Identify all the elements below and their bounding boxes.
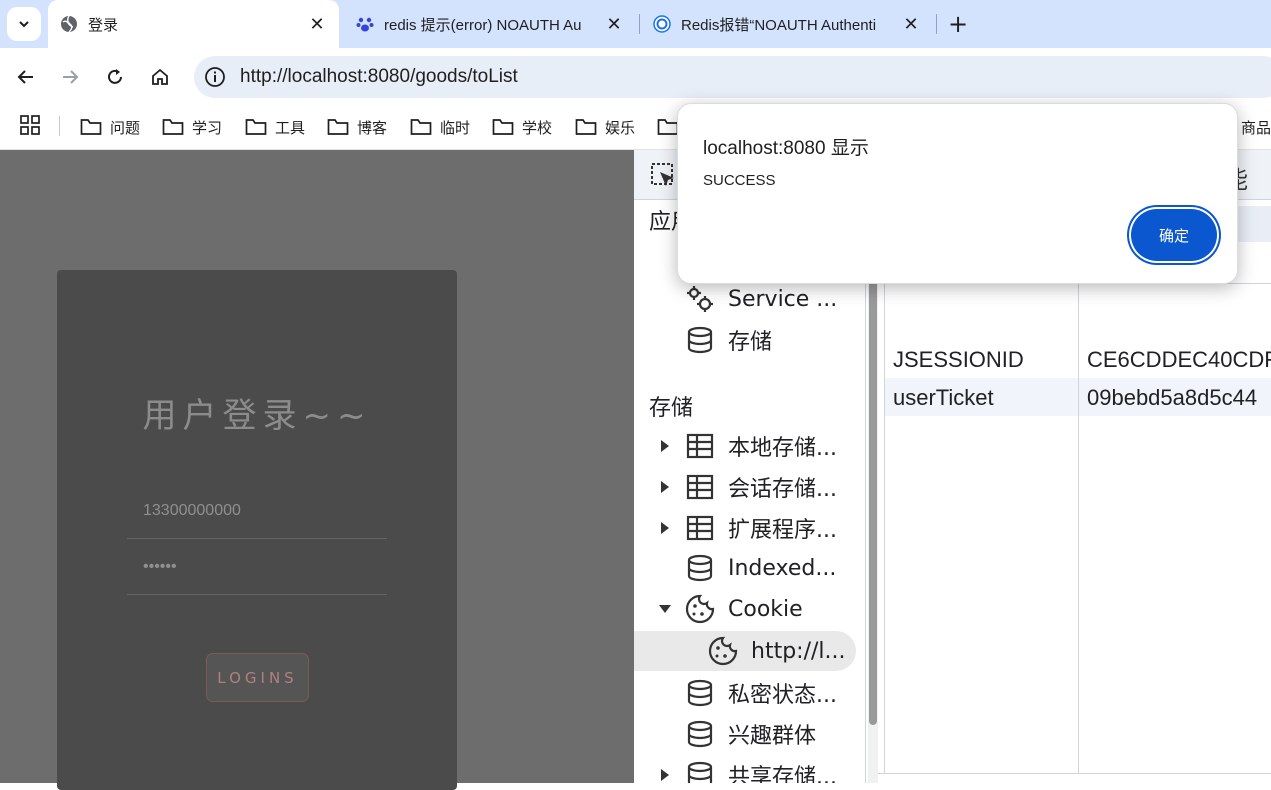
login-card: 用户登录~~ 13300000000 •••••• LOGINS xyxy=(57,270,457,790)
tab-search-button[interactable] xyxy=(7,7,41,41)
reload-icon xyxy=(108,69,122,84)
sidebar-item-cookies[interactable]: Cookie xyxy=(658,589,803,629)
close-icon[interactable]: ✕ xyxy=(901,14,921,35)
sidebar-item-private-state-tokens[interactable]: 私密状态... xyxy=(684,673,837,713)
sidebar-item-shared-storage[interactable]: 共享存储... xyxy=(658,755,837,783)
chevron-down-icon xyxy=(19,21,29,28)
expand-arrow-icon[interactable] xyxy=(658,521,672,535)
tab-separator xyxy=(639,14,640,34)
arrow-right-icon xyxy=(63,70,79,84)
login-title: 用户登录~~ xyxy=(142,396,372,436)
database-icon xyxy=(684,324,716,356)
tab-title: redis 提示(error) NOAUTH Au xyxy=(384,16,582,34)
tab-redis-error[interactable]: redis 提示(error) NOAUTH Au ✕ xyxy=(344,0,636,48)
globe-icon xyxy=(60,15,78,33)
info-icon xyxy=(205,67,225,87)
close-icon[interactable]: ✕ xyxy=(604,14,624,35)
table-icon xyxy=(684,430,716,462)
home-button[interactable] xyxy=(144,61,176,93)
sidebar-scrollbar[interactable] xyxy=(868,200,878,783)
url-text[interactable]: http://localhost:8080/goods/toList xyxy=(240,66,518,88)
application-sidebar: 应用 Service ... 存储 存储 本地存储... 会话存储... 扩展程… xyxy=(634,200,866,783)
bookmark-folder[interactable]: 学校 xyxy=(492,113,552,141)
login-button[interactable]: LOGINS xyxy=(206,653,309,702)
tab-title: 登录 xyxy=(88,16,119,34)
sidebar-item-indexeddb[interactable]: Indexed... xyxy=(684,548,836,588)
alert-dialog: localhost:8080 显示 SUCCESS 确定 xyxy=(677,103,1238,284)
bookmark-folder[interactable]: 学习 xyxy=(162,113,222,141)
sidebar-item-session-storage[interactable]: 会话存储... xyxy=(658,467,837,507)
sidebar-item-storage[interactable]: 存储 xyxy=(684,320,772,360)
database-icon xyxy=(684,677,716,709)
sidebar-item-local-storage[interactable]: 本地存储... xyxy=(658,426,837,466)
table-icon xyxy=(684,471,716,503)
tab-login[interactable]: 登录 ✕ xyxy=(48,0,339,48)
alert-ok-button[interactable]: 确定 xyxy=(1131,209,1217,261)
database-icon xyxy=(684,718,716,750)
cookie-value: 09bebd5a8d5c44 xyxy=(1087,385,1258,410)
csdn-icon xyxy=(653,15,671,33)
reload-button[interactable] xyxy=(99,61,131,93)
cookie-name: JSESSIONID xyxy=(893,347,1024,372)
mobile-input[interactable]: 13300000000 xyxy=(127,483,387,539)
close-icon[interactable]: ✕ xyxy=(307,14,327,35)
folder-icon xyxy=(575,119,597,135)
alert-title: localhost:8080 显示 xyxy=(703,138,869,159)
expand-arrow-icon[interactable] xyxy=(658,439,672,453)
cookie-value: CE6CDDEC40CDF xyxy=(1087,347,1271,372)
forward-button[interactable] xyxy=(54,61,86,93)
apps-grid-icon xyxy=(20,115,40,135)
arrow-left-icon xyxy=(17,70,33,84)
folder-icon xyxy=(492,119,514,135)
cookie-table: JSESSIONID CE6CDDEC40CDF userTicket 09be… xyxy=(884,283,1271,773)
tab-strip: 登录 ✕ redis 提示(error) NOAUTH Au ✕ Redis报错… xyxy=(0,0,1271,48)
alert-message: SUCCESS xyxy=(703,172,776,189)
database-icon xyxy=(684,759,716,783)
address-bar[interactable]: http://localhost:8080/goods/toList xyxy=(194,56,1271,98)
folder-icon xyxy=(245,119,267,135)
collapse-arrow-icon[interactable] xyxy=(658,602,672,616)
new-tab-button[interactable]: + xyxy=(944,10,972,38)
table-icon xyxy=(684,512,716,544)
expand-arrow-icon[interactable] xyxy=(658,768,672,782)
folder-icon xyxy=(410,119,432,135)
folder-icon xyxy=(162,119,184,135)
password-input[interactable]: •••••• xyxy=(127,539,387,595)
tab-separator xyxy=(936,14,937,34)
bookmarks-separator xyxy=(59,116,60,136)
bookmark-folder[interactable]: 博客 xyxy=(327,113,387,141)
bookmark-folder[interactable]: 临时 xyxy=(410,113,470,141)
bookmark-folder[interactable]: 娱乐 xyxy=(575,113,635,141)
cookie-detail-divider xyxy=(878,773,1271,783)
page-content: 用户登录~~ 13300000000 •••••• LOGINS xyxy=(0,150,634,790)
gears-icon xyxy=(684,283,716,315)
folder-icon xyxy=(327,119,349,135)
cookie-name: userTicket xyxy=(893,385,994,410)
back-button[interactable] xyxy=(10,61,42,93)
home-icon xyxy=(152,68,168,85)
bookmark-folder[interactable]: 商品 xyxy=(1241,113,1271,141)
baidu-paw-icon xyxy=(356,15,374,33)
sidebar-item-service-workers[interactable]: Service ... xyxy=(684,279,837,319)
folder-icon xyxy=(80,119,102,135)
sidebar-item-interest-groups[interactable]: 兴趣群体 xyxy=(684,714,816,754)
database-icon xyxy=(684,552,716,584)
folder-icon xyxy=(657,119,679,135)
sidebar-header-storage: 存储 xyxy=(649,396,694,421)
expand-arrow-icon[interactable] xyxy=(658,480,672,494)
tab-redis-csdn[interactable]: Redis报错“NOAUTH Authenti ✕ xyxy=(641,0,933,48)
sidebar-item-cookie-origin[interactable]: http://l... xyxy=(634,631,856,671)
browser-toolbar: http://localhost:8080/goods/toList xyxy=(0,48,1271,106)
column-divider[interactable] xyxy=(1078,283,1079,773)
cookie-icon xyxy=(707,635,739,667)
inspect-element-icon xyxy=(651,163,674,186)
cookie-table-panel: JSESSIONID CE6CDDEC40CDF userTicket 09be… xyxy=(878,200,1271,783)
bookmark-folder[interactable]: 工具 xyxy=(245,113,305,141)
cookie-icon xyxy=(684,593,716,625)
bookmark-folder[interactable]: 问题 xyxy=(80,113,140,141)
tab-title: Redis报错“NOAUTH Authenti xyxy=(681,16,877,34)
sidebar-item-extension-storage[interactable]: 扩展程序... xyxy=(658,508,837,548)
